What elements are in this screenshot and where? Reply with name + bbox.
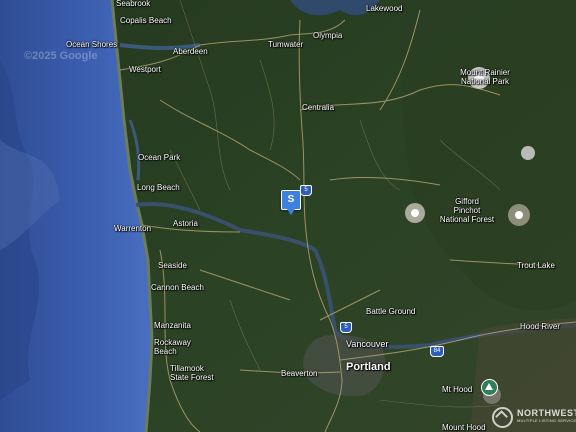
label-battle-ground: Battle Ground: [366, 307, 416, 316]
label-rockaway-beach: Beach: [154, 347, 177, 356]
label-gifford: Gifford: [455, 197, 479, 206]
mountain-peak-icon[interactable]: [481, 379, 498, 396]
label-seaside: Seaside: [158, 261, 187, 270]
label-national-forest: National Forest: [439, 215, 495, 224]
label-mt-hood: Mt Hood: [442, 385, 473, 394]
label-aberdeen: Aberdeen: [173, 47, 208, 56]
label-ocean-park: Ocean Park: [138, 153, 181, 162]
logo-name: NORTHWEST: [517, 408, 576, 418]
property-marker-pin[interactable]: S: [281, 190, 301, 215]
label-tillamook: Tillamook: [170, 364, 204, 373]
label-olympia: Olympia: [313, 31, 343, 40]
northwest-mls-logo: NORTHWEST MULTIPLE LISTING SERVICE: [492, 406, 576, 428]
label-vancouver: Vancouver: [346, 339, 389, 349]
map-watermark: ©2025 Google: [24, 50, 98, 62]
label-mount-hood: Mount Hood: [442, 423, 486, 432]
label-pinchot: Pinchot: [453, 206, 481, 215]
nwmls-logo-icon: [492, 406, 513, 428]
label-rockaway: Rockaway: [154, 338, 191, 347]
label-cannon-beach: Cannon Beach: [151, 283, 204, 292]
label-tumwater: Tumwater: [268, 40, 304, 49]
interstate-5-south-shield: 5: [340, 322, 352, 333]
label-portland: Portland: [346, 361, 391, 373]
logo-tagline: MULTIPLE LISTING SERVICE: [517, 418, 576, 423]
label-national-park: National Park: [460, 77, 510, 86]
label-manzanita: Manzanita: [154, 321, 191, 330]
map-view[interactable]: ©2025 Google Seabrook Copalis Beach Ocea…: [0, 0, 576, 432]
label-lakewood: Lakewood: [366, 4, 403, 13]
label-ocean-shores: Ocean Shores: [66, 40, 118, 49]
label-astoria: Astoria: [173, 219, 198, 228]
label-centralia: Centralia: [302, 103, 335, 112]
interstate-5-north-shield: 5: [300, 185, 312, 196]
label-hood-river: Hood River: [520, 322, 561, 331]
interstate-84-shield: 84: [430, 346, 444, 357]
label-copalis-beach: Copalis Beach: [120, 16, 172, 25]
label-trout-lake: Trout Lake: [517, 261, 555, 270]
label-long-beach: Long Beach: [137, 183, 180, 192]
label-warrenton: Warrenton: [114, 224, 152, 233]
label-state-forest: State Forest: [170, 373, 214, 382]
label-westport: Westport: [129, 65, 161, 74]
label-mount-rainier: Mount Rainier: [460, 68, 510, 77]
label-beaverton: Beaverton: [281, 369, 318, 378]
label-seabrook: Seabrook: [116, 0, 151, 8]
